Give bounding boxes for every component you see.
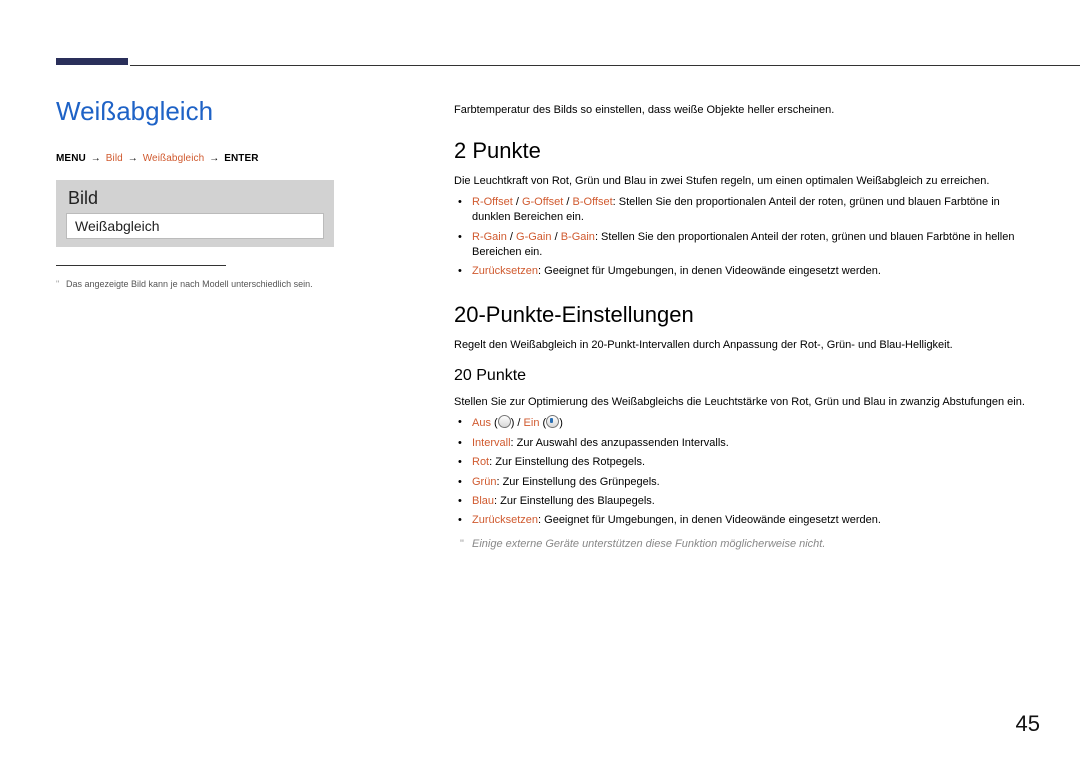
list-20punkte: Aus () / Ein () Intervall: Zur Auswahl d… — [454, 415, 1040, 528]
list-2punkte: R-Offset / G-Offset / B-Offset: Stellen … — [454, 195, 1040, 280]
menu-mock-title: Bild — [66, 186, 324, 213]
list-item: Blau: Zur Einstellung des Blaupegels. — [470, 494, 1040, 509]
text-blau: : Zur Einstellung des Blaupegels. — [494, 495, 655, 507]
breadcrumb-menu: MENU — [56, 153, 86, 164]
label-rot: Rot — [472, 456, 489, 468]
list-item: Rot: Zur Einstellung des Rotpegels. — [470, 455, 1040, 470]
body-20punkte: Stellen Sie zur Optimierung des Weißabgl… — [454, 395, 1040, 410]
label-ein: Ein — [524, 417, 540, 429]
label-intervall: Intervall — [472, 437, 511, 449]
label-aus: Aus — [472, 417, 491, 429]
page-number: 45 — [1016, 711, 1040, 737]
label-g-gain: G-Gain — [516, 231, 551, 243]
toggle-off-icon — [498, 415, 511, 428]
list-item: Grün: Zur Einstellung des Grünpegels. — [470, 475, 1040, 490]
list-item: Zurücksetzen: Geeignet für Umgebungen, i… — [470, 264, 1040, 279]
text-intervall: : Zur Auswahl des anzupassenden Interval… — [511, 437, 729, 449]
text-gruen: : Zur Einstellung des Grünpegels. — [496, 476, 659, 488]
list-item: R-Offset / G-Offset / B-Offset: Stellen … — [470, 195, 1040, 226]
left-column: Weißabgleich MENU → Bild → Weißabgleich … — [56, 96, 336, 291]
top-rule — [130, 65, 1080, 66]
intro-text: Farbtemperatur des Bilds so einstellen, … — [454, 104, 1040, 116]
breadcrumb: MENU → Bild → Weißabgleich → ENTER — [56, 153, 336, 164]
label-b-offset: B-Offset — [573, 196, 613, 208]
text-reset: : Geeignet für Umgebungen, in denen Vide… — [538, 265, 881, 277]
label-r-offset: R-Offset — [472, 196, 513, 208]
toggle-on-icon — [546, 415, 559, 428]
label-reset20: Zurücksetzen — [472, 514, 538, 526]
left-note: Das angezeigte Bild kann je nach Modell … — [56, 278, 336, 291]
breadcrumb-bild: Bild — [106, 153, 123, 164]
list-item: R-Gain / G-Gain / B-Gain: Stellen Sie de… — [470, 230, 1040, 261]
left-divider — [56, 265, 226, 266]
note-20punkte: Einige externe Geräte unterstützen diese… — [454, 537, 1040, 552]
label-reset: Zurücksetzen — [472, 265, 538, 277]
text-reset20: : Geeignet für Umgebungen, in denen Vide… — [538, 514, 881, 526]
label-gruen: Grün — [472, 476, 496, 488]
label-g-offset: G-Offset — [522, 196, 563, 208]
breadcrumb-weissabgleich: Weißabgleich — [143, 153, 205, 164]
menu-mock-item: Weißabgleich — [66, 213, 324, 239]
page-tab-accent — [56, 58, 128, 65]
body-20punkte-settings: Regelt den Weißabgleich in 20-Punkt-Inte… — [454, 338, 1040, 353]
right-column: Farbtemperatur des Bilds so einstellen, … — [454, 104, 1040, 552]
body-2punkte: Die Leuchtkraft von Rot, Grün und Blau i… — [454, 174, 1040, 189]
list-item: Aus () / Ein () — [470, 415, 1040, 431]
arrow-icon: → — [207, 153, 221, 164]
text-gain: : Stellen Sie den proportionalen Anteil … — [472, 231, 1014, 258]
subheading-20punkte: 20 Punkte — [454, 367, 1040, 385]
list-item: Intervall: Zur Auswahl des anzupassenden… — [470, 436, 1040, 451]
heading-20punkte-settings: 20-Punkte-Einstellungen — [454, 302, 1040, 328]
section-title: Weißabgleich — [56, 96, 336, 127]
text-rot: : Zur Einstellung des Rotpegels. — [489, 456, 645, 468]
arrow-icon: → — [126, 153, 140, 164]
label-r-gain: R-Gain — [472, 231, 507, 243]
breadcrumb-enter: ENTER — [224, 153, 258, 164]
heading-2punkte: 2 Punkte — [454, 138, 1040, 164]
menu-mock-panel: Bild Weißabgleich — [56, 180, 334, 247]
label-blau: Blau — [472, 495, 494, 507]
label-b-gain: B-Gain — [561, 231, 595, 243]
arrow-icon: → — [89, 153, 103, 164]
list-item: Zurücksetzen: Geeignet für Umgebungen, i… — [470, 513, 1040, 528]
